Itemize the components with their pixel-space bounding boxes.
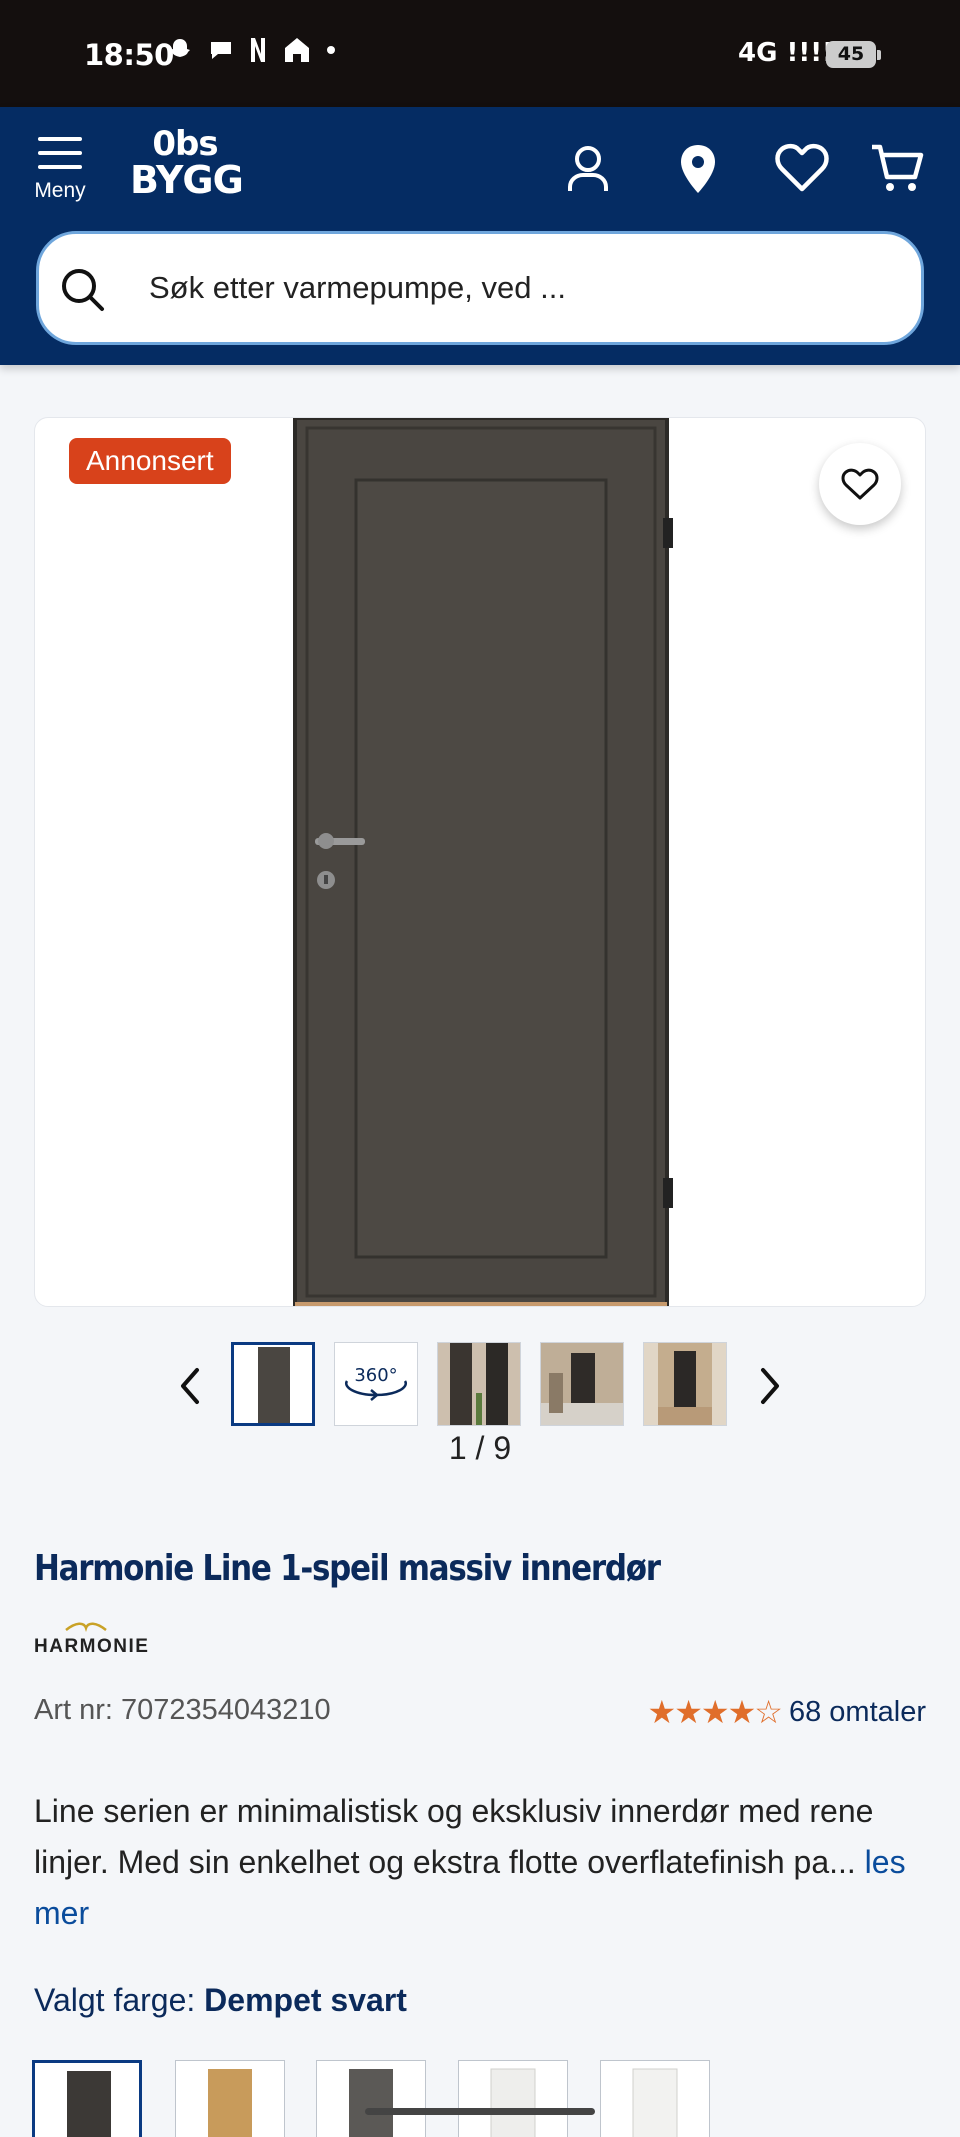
product-image-card[interactable]: Annonsert (34, 417, 926, 1307)
color-swatch-oak[interactable] (175, 2060, 285, 2137)
selected-color: Valgt farge: Dempet svart (34, 1982, 407, 2018)
heart-icon (841, 468, 879, 500)
netflix-icon (251, 38, 265, 62)
sponsored-badge: Annonsert (69, 438, 231, 484)
snapchat-icon (170, 39, 190, 57)
notification-icons (166, 36, 336, 64)
status-bar: 18:50 4G !!!! 45 (0, 0, 960, 107)
color-swatch-light[interactable] (600, 2060, 710, 2137)
product-description: Line serien er minimalistisk og eksklusi… (34, 1793, 906, 1931)
wishlist-icon[interactable] (772, 139, 832, 199)
status-time: 18:50 (84, 38, 174, 72)
image-counter: 1 / 9 (448, 1430, 512, 1466)
site-header: Meny 0bs BYGG (0, 107, 960, 365)
thumbnail-360[interactable]: 360° (334, 1342, 418, 1426)
dot-icon (327, 46, 335, 54)
search-bar[interactable] (36, 231, 924, 345)
image-thumbnails: 360° (0, 1338, 960, 1428)
harmonie-logo-mark (65, 1622, 107, 1632)
door-image (293, 418, 673, 1306)
menu-label: Meny (34, 179, 86, 202)
account-icon[interactable] (558, 139, 618, 199)
thumbnail-1[interactable] (231, 1342, 315, 1426)
battery-indicator: 45 (826, 41, 881, 68)
brand-logo[interactable]: HARMONIE (34, 1620, 154, 1657)
svg-text:360°: 360° (354, 1365, 397, 1386)
color-swatch-black[interactable] (32, 2060, 142, 2137)
home-icon (285, 38, 309, 62)
add-to-wishlist-button[interactable] (819, 443, 901, 525)
store-location-icon[interactable] (668, 139, 728, 199)
network-indicator: 4G !!!! (738, 38, 834, 68)
article-number: Art nr: 7072354043210 (34, 1694, 331, 1726)
chat-icon (211, 42, 231, 59)
thumbnail-5[interactable] (643, 1342, 727, 1426)
hamburger-icon (30, 137, 90, 169)
cart-icon[interactable] (868, 139, 928, 199)
rating-stars-icon: ★★★★☆ (647, 1694, 783, 1730)
product-title: Harmonie Line 1-speil massiv innerdør (34, 1548, 661, 1589)
color-swatch-grey[interactable] (316, 2060, 426, 2137)
home-indicator[interactable] (365, 2108, 595, 2115)
rotate-360-icon: 360° (345, 1365, 407, 1401)
search-icon (62, 269, 104, 311)
review-count: 68 omtaler (788, 1695, 926, 1728)
color-swatch-white[interactable] (458, 2060, 568, 2137)
thumbnail-3[interactable] (437, 1342, 521, 1426)
product-rating[interactable]: ★★★★☆ 68 omtaler (648, 1693, 926, 1731)
search-input[interactable] (149, 258, 889, 318)
thumbnail-4[interactable] (540, 1342, 624, 1426)
selected-color-value: Dempet svart (204, 1982, 407, 2018)
next-image-icon[interactable] (755, 1366, 785, 1406)
menu-button[interactable]: Meny (30, 137, 90, 217)
previous-image-icon[interactable] (175, 1366, 205, 1406)
obs-bygg-logo[interactable]: 0bs BYGG (130, 127, 244, 211)
